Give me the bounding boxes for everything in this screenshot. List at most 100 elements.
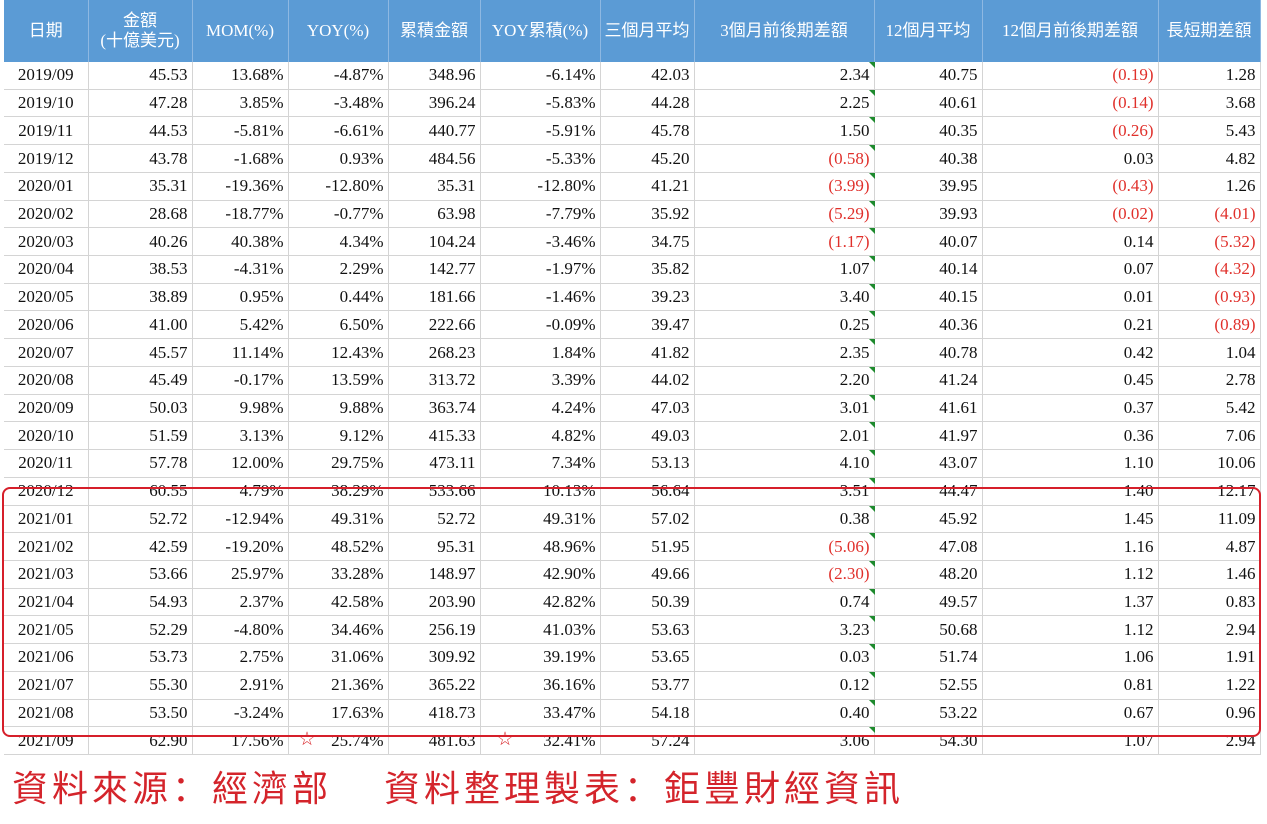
cell-mom: 13.68% xyxy=(192,62,289,90)
cell-yoy: 0.44% xyxy=(288,283,389,312)
cell-cumulative: 104.24 xyxy=(388,227,481,257)
table-row: 2020/06 41.00 5.42% 6.50% 222.66 -0.09% 39.47 0… xyxy=(4,310,1261,340)
cell-3m-diff: 2.34 xyxy=(694,62,875,90)
cell-long-short-diff: 5.43 xyxy=(1158,116,1261,146)
cell-yoy-cumulative: -0.09% xyxy=(480,310,601,340)
cell-amount: 51.59 xyxy=(88,421,193,451)
cell-3m-avg: 49.03 xyxy=(600,421,695,451)
cell-yoy: 4.34% xyxy=(288,227,389,257)
cell-cumulative: 415.33 xyxy=(388,421,481,451)
header-long-short-diff: 長短期差額 xyxy=(1158,0,1261,62)
cell-3m-avg: 34.75 xyxy=(600,227,695,257)
cell-mom: 12.00% xyxy=(192,449,289,478)
cell-amount: 38.89 xyxy=(88,283,193,312)
cell-mom: 0.95% xyxy=(192,283,289,312)
cell-12m-avg: 40.38 xyxy=(874,144,983,173)
cell-date: 2020/10 xyxy=(4,421,89,451)
header-amount: 金額 (十億美元) xyxy=(88,0,193,62)
cell-cumulative: 268.23 xyxy=(388,338,481,367)
cell-mom: 5.42% xyxy=(192,310,289,340)
cell-12m-diff: (0.19) xyxy=(982,62,1159,90)
cell-yoy: 13.59% xyxy=(288,366,389,395)
cell-cumulative: 440.77 xyxy=(388,116,481,146)
cell-12m-avg: 41.97 xyxy=(874,421,983,451)
cell-mom: 3.85% xyxy=(192,89,289,118)
cell-12m-diff: 0.21 xyxy=(982,310,1159,340)
cell-date: 2020/07 xyxy=(4,338,89,367)
cell-cumulative: 348.96 xyxy=(388,62,481,90)
cell-cumulative: 181.66 xyxy=(388,283,481,312)
cell-long-short-diff: 3.68 xyxy=(1158,89,1261,118)
header-12m-avg: 12個月平均 xyxy=(874,0,983,62)
source-label: 資料來源：經濟部 xyxy=(12,769,333,810)
cell-amount: 57.78 xyxy=(88,449,193,478)
cell-3m-avg: 39.23 xyxy=(600,283,695,312)
cell-cumulative: 363.74 xyxy=(388,394,481,423)
cell-date: 2020/01 xyxy=(4,172,89,201)
cell-mom: -19.36% xyxy=(192,172,289,201)
cell-3m-avg: 44.02 xyxy=(600,366,695,395)
cell-12m-diff: (0.02) xyxy=(982,200,1159,229)
cell-mom: 3.13% xyxy=(192,421,289,451)
cell-date: 2020/08 xyxy=(4,366,89,395)
cell-3m-avg: 39.47 xyxy=(600,310,695,340)
cell-yoy-cumulative: -5.33% xyxy=(480,144,601,173)
table-row: 2020/05 38.89 0.95% 0.44% 181.66 -1.46% 39.23 3… xyxy=(4,283,1261,312)
cell-12m-diff: (0.14) xyxy=(982,89,1159,118)
table-row: 2019/10 47.28 3.85% -3.48% 396.24 -5.83% 44.28… xyxy=(4,89,1261,118)
cell-yoy: 6.50% xyxy=(288,310,389,340)
cell-amount: 41.00 xyxy=(88,310,193,340)
cell-mom: 9.98% xyxy=(192,394,289,423)
cell-yoy-cumulative: -7.79% xyxy=(480,200,601,229)
header-date: 日期 xyxy=(4,0,89,62)
cell-cumulative: 484.56 xyxy=(388,144,481,173)
cell-3m-diff: 3.40 xyxy=(694,283,875,312)
cell-12m-diff: 0.36 xyxy=(982,421,1159,451)
cell-12m-avg: 40.07 xyxy=(874,227,983,257)
cell-long-short-diff: 1.28 xyxy=(1158,62,1261,90)
cell-mom: -4.31% xyxy=(192,255,289,284)
table-row: 2020/08 45.49 -0.17% 13.59% 313.72 3.39% 44.02… xyxy=(4,366,1261,395)
cell-yoy: -6.61% xyxy=(288,116,389,146)
cell-12m-avg: 43.07 xyxy=(874,449,983,478)
cell-yoy: 12.43% xyxy=(288,338,389,367)
cell-12m-diff: 0.42 xyxy=(982,338,1159,367)
cell-date: 2020/11 xyxy=(4,449,89,478)
cell-12m-avg: 39.93 xyxy=(874,200,983,229)
cell-cumulative: 473.11 xyxy=(388,449,481,478)
cell-mom: -1.68% xyxy=(192,144,289,173)
cell-long-short-diff: 2.78 xyxy=(1158,366,1261,395)
cell-12m-diff: 0.45 xyxy=(982,366,1159,395)
cell-date: 2020/09 xyxy=(4,394,89,423)
cell-yoy: -3.48% xyxy=(288,89,389,118)
source-footer: 資料來源：經濟部 資料整理製表：鉅豐財經資訊 xyxy=(12,760,904,812)
cell-3m-diff: (0.58) xyxy=(694,144,875,173)
cell-amount: 44.53 xyxy=(88,116,193,146)
cell-3m-diff: 2.20 xyxy=(694,366,875,395)
cell-3m-diff: 2.35 xyxy=(694,338,875,367)
table-row: 2020/04 38.53 -4.31% 2.29% 142.77 -1.97% 35.82… xyxy=(4,255,1261,284)
cell-12m-avg: 40.78 xyxy=(874,338,983,367)
cell-mom: -0.17% xyxy=(192,366,289,395)
cell-3m-avg: 35.82 xyxy=(600,255,695,284)
header-mom: MOM(%) xyxy=(192,0,289,62)
cell-12m-avg: 40.14 xyxy=(874,255,983,284)
cell-yoy: 2.29% xyxy=(288,255,389,284)
cell-3m-avg: 45.20 xyxy=(600,144,695,173)
header-3m-diff: 3個月前後期差額 xyxy=(694,0,875,62)
cell-amount: 45.57 xyxy=(88,338,193,367)
table-header-row: 日期 金額 (十億美元) MOM(%) YOY(%) 累積金額 YOY累積(%)… xyxy=(4,0,1261,62)
cell-12m-diff: 0.14 xyxy=(982,227,1159,257)
cell-date: 2020/03 xyxy=(4,227,89,257)
cell-cumulative: 313.72 xyxy=(388,366,481,395)
cell-3m-avg: 53.13 xyxy=(600,449,695,478)
cell-12m-avg: 40.61 xyxy=(874,89,983,118)
cell-yoy-cumulative: -1.97% xyxy=(480,255,601,284)
cell-12m-avg: 40.75 xyxy=(874,62,983,90)
cell-long-short-diff: 5.42 xyxy=(1158,394,1261,423)
cell-long-short-diff: (5.32) xyxy=(1158,227,1261,257)
cell-yoy-cumulative: -5.83% xyxy=(480,89,601,118)
table-row: 2020/10 51.59 3.13% 9.12% 415.33 4.82% 49.03 2.… xyxy=(4,421,1261,451)
cell-long-short-diff: 7.06 xyxy=(1158,421,1261,451)
table-row: 2020/09 50.03 9.98% 9.88% 363.74 4.24% 47.03 3.… xyxy=(4,394,1261,423)
